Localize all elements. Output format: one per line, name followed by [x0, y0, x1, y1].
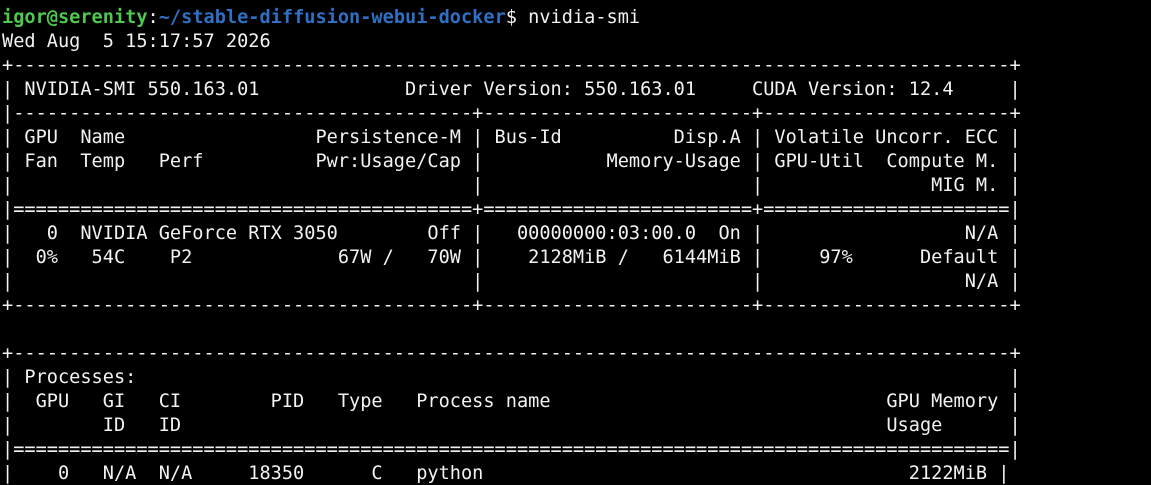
output-line-versions: | NVIDIA-SMI 550.163.01 Driver Version: … [2, 79, 1021, 100]
output-line-process-row: | 0 N/A N/A 18350 C python 2122MiB | [2, 463, 1010, 484]
prompt-separator: : [147, 7, 159, 28]
prompt-user-host: igor@serenity [2, 7, 148, 28]
output-line-processes: | Processes: | [2, 367, 1021, 388]
output-line-header: | | | MIG M. | [2, 175, 1021, 196]
output-line: +---------------------------------------… [2, 55, 1021, 76]
output-line-header: | ID ID Usage | [2, 415, 1021, 436]
output-line: +---------------------------------------… [2, 343, 1021, 364]
prompt-command: nvidia-smi [528, 7, 641, 28]
output-line: |=======================================… [2, 199, 1021, 220]
terminal-window[interactable]: igor@serenity:~/stable-diffusion-webui-d… [0, 0, 1151, 485]
prompt-cwd: ~/stable-diffusion-webui-docker [158, 7, 506, 28]
output-line: |---------------------------------------… [2, 103, 1021, 124]
output-line-gpu-row: | 0 NVIDIA GeForce RTX 3050 Off | 000000… [2, 223, 1021, 244]
output-line-gpu-row: | 0% 54C P2 67W / 70W | 2128MiB / 6144Mi… [2, 247, 1021, 268]
prompt-line: igor@serenity:~/stable-diffusion-webui-d… [2, 6, 640, 30]
output-line: |=======================================… [2, 439, 1021, 460]
output-line-header: | GPU GI CI PID Type Process name GPU Me… [2, 391, 1021, 412]
output-line: +---------------------------------------… [2, 295, 1021, 316]
prompt-symbol: $ [505, 7, 529, 28]
output-line-header: | Fan Temp Perf Pwr:Usage/Cap | Memory-U… [2, 151, 1021, 172]
output-line-header: | GPU Name Persistence-M | Bus-Id Disp.A… [2, 127, 1021, 148]
output-line-gpu-row: | | | N/A | [2, 271, 1021, 292]
output-line-timestamp: Wed Aug 5 15:17:57 2026 [2, 31, 271, 52]
